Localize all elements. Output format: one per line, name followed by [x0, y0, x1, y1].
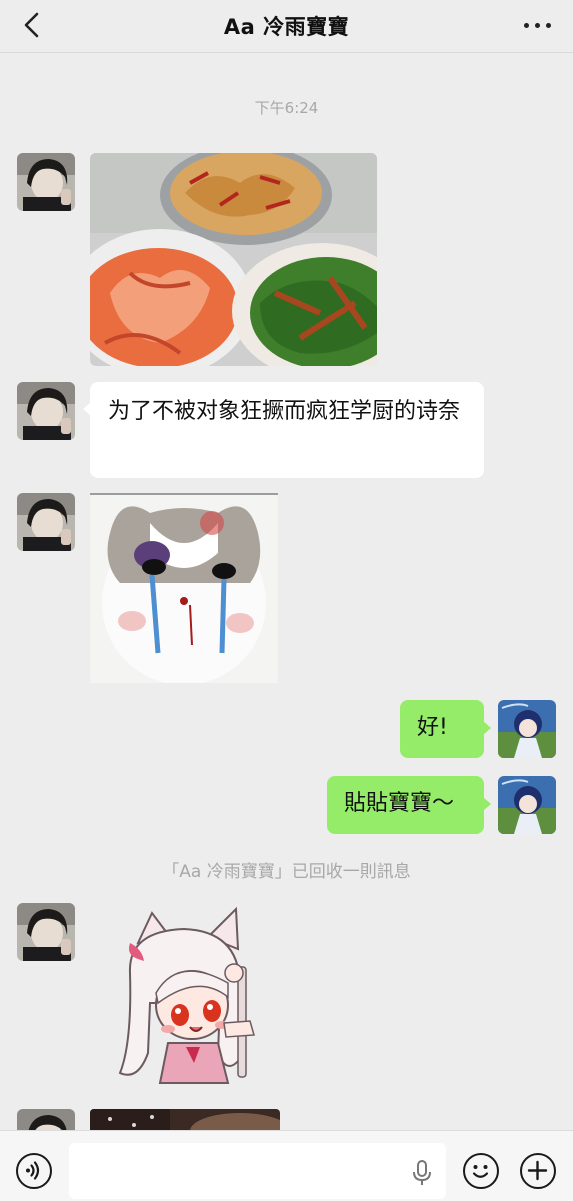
food-photo-message[interactable] — [90, 153, 377, 366]
emoji-icon[interactable] — [463, 1153, 499, 1189]
avatar-contact[interactable] — [17, 903, 75, 961]
avatar-contact[interactable] — [17, 153, 75, 211]
message-text: 为了不被对象狂撅而疯狂学厨的诗奈 — [108, 399, 461, 424]
recall-notice: 「Aa 冷雨寶寶」已回收一則訊息 — [162, 862, 411, 882]
text-message-bubble-self[interactable]: 好! — [400, 700, 491, 758]
avatar-contact[interactable] — [17, 382, 75, 440]
message-input[interactable] — [69, 1143, 446, 1199]
message-text: 好! — [417, 715, 448, 740]
more-options-icon[interactable] — [524, 23, 551, 28]
message-timestamp: 下午6:24 — [254, 99, 319, 117]
crying-cat-sticker[interactable] — [90, 493, 278, 683]
mic-icon[interactable] — [412, 1159, 432, 1187]
chat-header: Aa 冷雨寶寶 — [0, 0, 573, 53]
avatar-contact[interactable] — [17, 493, 75, 551]
plus-icon[interactable] — [520, 1153, 556, 1189]
avatar-self[interactable] — [498, 700, 556, 758]
chat-title[interactable]: Aa 冷雨寶寶 — [224, 11, 349, 41]
avatar-self[interactable] — [498, 776, 556, 834]
anime-girl-sticker[interactable] — [108, 903, 260, 1091]
voice-mode-icon[interactable] — [16, 1153, 52, 1189]
message-text: 貼貼寶寶～ — [344, 791, 455, 816]
text-message-bubble-self[interactable]: 貼貼寶寶～ — [327, 776, 491, 834]
text-message-bubble[interactable]: 为了不被对象狂撅而疯狂学厨的诗奈 — [83, 382, 484, 478]
back-arrow-icon[interactable] — [20, 12, 44, 38]
input-toolbar — [0, 1130, 573, 1201]
